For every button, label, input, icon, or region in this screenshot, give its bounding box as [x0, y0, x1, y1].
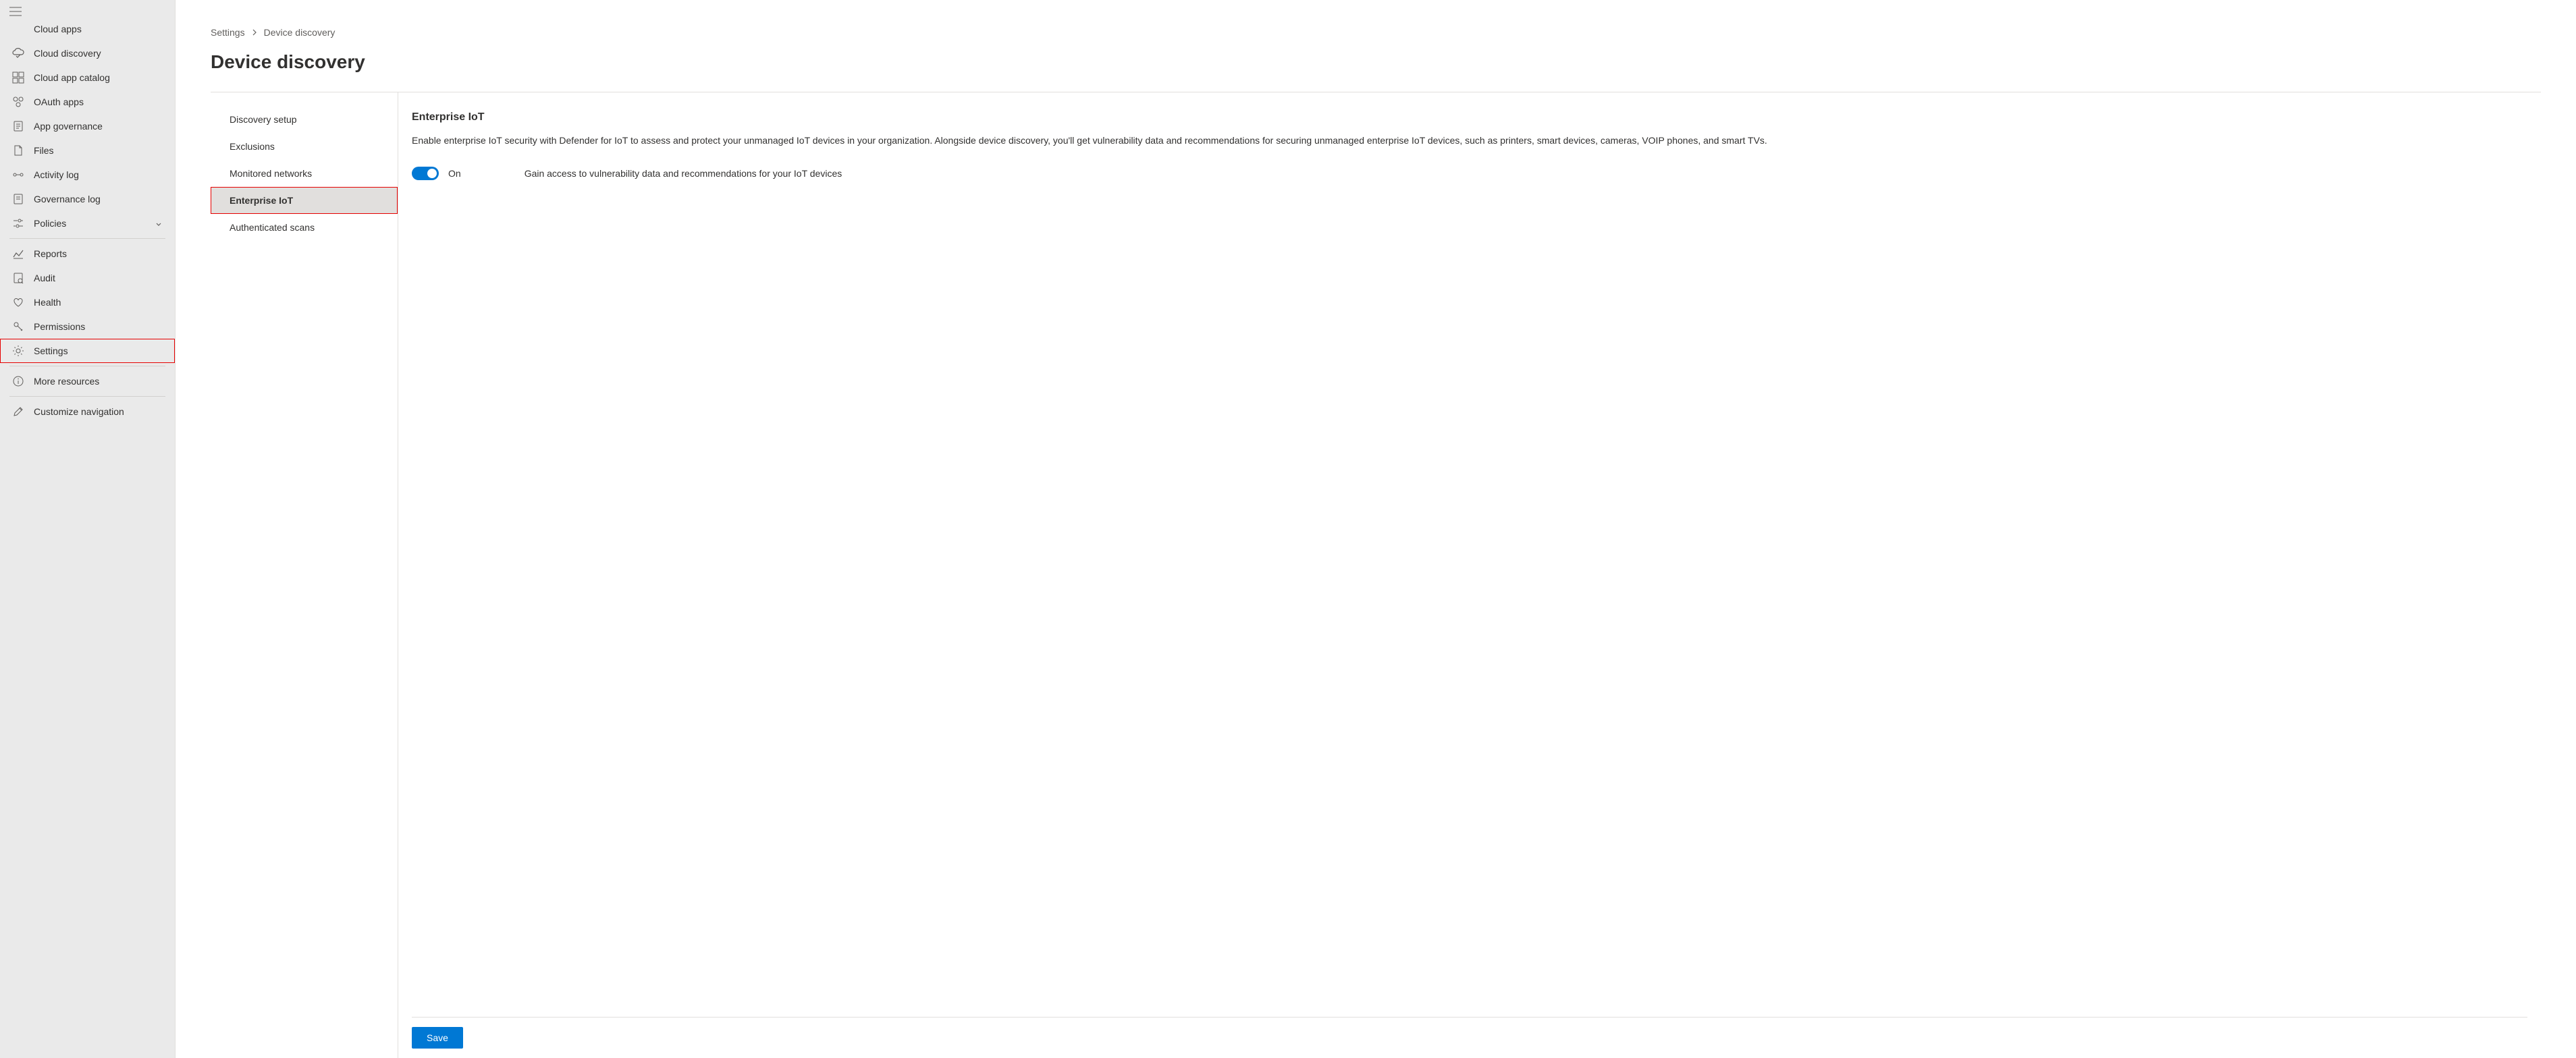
chevron-right-icon: [252, 27, 257, 38]
activity-icon: [12, 169, 24, 181]
sidebar-item-oauth-apps[interactable]: OAuth apps: [0, 90, 175, 114]
permissions-icon: [12, 321, 24, 333]
sidebar-item-label: OAuth apps: [34, 96, 163, 107]
breadcrumb: Settings Device discovery: [176, 0, 2576, 51]
sub-nav-authenticated-scans[interactable]: Authenticated scans: [211, 214, 398, 241]
save-button[interactable]: Save: [412, 1027, 463, 1049]
sub-nav-exclusions[interactable]: Exclusions: [211, 133, 398, 160]
sidebar-item-label: App governance: [34, 121, 163, 132]
sidebar-item-label: Governance log: [34, 194, 163, 204]
chevron-down-icon: [155, 219, 163, 227]
sidebar-item-label: Files: [34, 145, 163, 156]
main-content: Settings Device discovery Device discove…: [176, 0, 2576, 1058]
detail-description: Enable enterprise IoT security with Defe…: [412, 134, 2527, 148]
sidebar-item-governance-log[interactable]: Governance log: [0, 187, 175, 211]
sidebar-item-label: Audit: [34, 273, 163, 283]
sub-nav: Discovery setup Exclusions Monitored net…: [211, 92, 398, 1058]
files-icon: [12, 144, 24, 157]
sidebar-divider: [9, 396, 165, 397]
breadcrumb-settings[interactable]: Settings: [211, 27, 245, 38]
detail-panel: Enterprise IoT Enable enterprise IoT sec…: [398, 92, 2541, 1058]
sidebar-item-files[interactable]: Files: [0, 138, 175, 163]
sidebar-item-label: Activity log: [34, 169, 163, 180]
health-icon: [12, 296, 24, 308]
audit-icon: [12, 272, 24, 284]
hamburger-menu[interactable]: [0, 0, 175, 25]
sidebar-item-cloud-discovery[interactable]: Cloud discovery: [0, 41, 175, 65]
enterprise-iot-toggle[interactable]: [412, 167, 439, 180]
sidebar-item-permissions[interactable]: Permissions: [0, 314, 175, 339]
toggle-description: Gain access to vulnerability data and re…: [525, 168, 842, 179]
sidebar-item-health[interactable]: Health: [0, 290, 175, 314]
sidebar-item-label: Customize navigation: [34, 406, 163, 417]
sidebar-item-cloud-apps[interactable]: Cloud apps: [0, 25, 175, 41]
sidebar-item-label: Cloud apps: [34, 25, 163, 34]
catalog-icon: [12, 72, 24, 84]
cloud-apps-icon: [12, 25, 24, 35]
sub-nav-discovery-setup[interactable]: Discovery setup: [211, 106, 398, 133]
sidebar-item-label: Cloud discovery: [34, 48, 163, 59]
sidebar-item-customize-navigation[interactable]: Customize navigation: [0, 399, 175, 424]
sidebar-item-label: Policies: [34, 218, 145, 229]
sidebar-item-settings[interactable]: Settings: [0, 339, 175, 363]
sidebar-item-label: Reports: [34, 248, 163, 259]
save-row: Save: [412, 1017, 2527, 1058]
sidebar-item-policies[interactable]: Policies: [0, 211, 175, 235]
sidebar-divider: [9, 238, 165, 239]
sidebar-item-activity-log[interactable]: Activity log: [0, 163, 175, 187]
sidebar-item-more-resources[interactable]: More resources: [0, 369, 175, 393]
toggle-knob: [427, 169, 437, 178]
policies-icon: [12, 217, 24, 229]
cloud-discovery-icon: [12, 47, 24, 59]
sidebar-item-reports[interactable]: Reports: [0, 242, 175, 266]
sub-nav-monitored-networks[interactable]: Monitored networks: [211, 160, 398, 187]
detail-title: Enterprise IoT: [412, 111, 2527, 123]
oauth-icon: [12, 96, 24, 108]
sidebar-item-cloud-app-catalog[interactable]: Cloud app catalog: [0, 65, 175, 90]
sidebar: Cloud apps Cloud discovery Cloud app cat…: [0, 0, 176, 1058]
page-title: Device discovery: [176, 51, 2576, 92]
hamburger-icon: [9, 7, 22, 16]
governance-icon: [12, 120, 24, 132]
sidebar-item-label: Health: [34, 297, 163, 308]
info-icon: [12, 375, 24, 387]
sidebar-item-audit[interactable]: Audit: [0, 266, 175, 290]
sidebar-item-label: More resources: [34, 376, 163, 387]
toggle-row: On Gain access to vulnerability data and…: [412, 167, 2527, 180]
sidebar-item-label: Cloud app catalog: [34, 72, 163, 83]
reports-icon: [12, 248, 24, 260]
gov-log-icon: [12, 193, 24, 205]
sidebar-item-label: Settings: [34, 345, 163, 356]
gear-icon: [12, 345, 24, 357]
sub-nav-enterprise-iot[interactable]: Enterprise IoT: [211, 187, 398, 214]
toggle-label: On: [448, 168, 461, 179]
pencil-icon: [12, 406, 24, 418]
sidebar-item-app-governance[interactable]: App governance: [0, 114, 175, 138]
breadcrumb-device-discovery[interactable]: Device discovery: [264, 27, 336, 38]
sidebar-item-label: Permissions: [34, 321, 163, 332]
